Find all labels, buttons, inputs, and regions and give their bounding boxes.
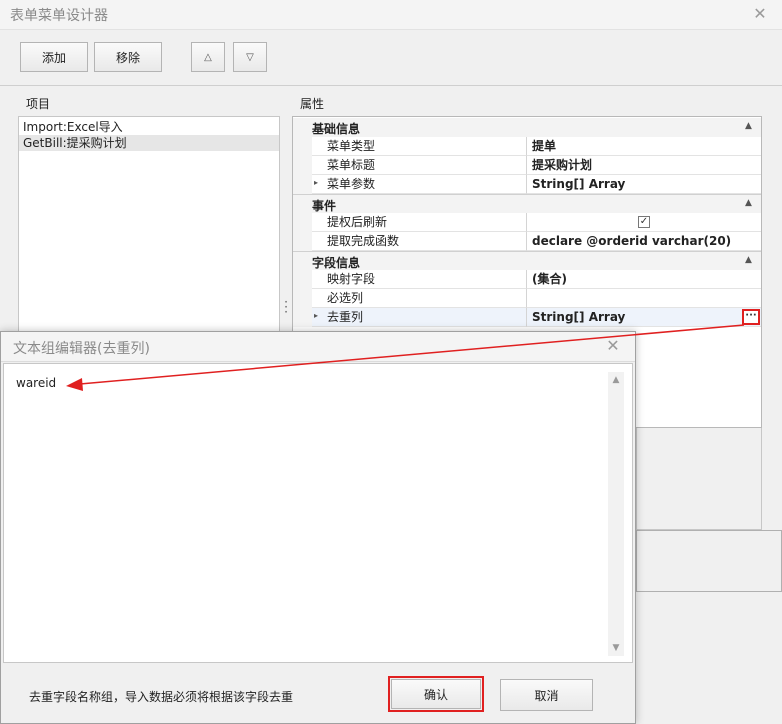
close-icon[interactable]: ✕ [750,4,770,24]
property-name: 菜单类型 [312,137,527,156]
properties-label: 属性 [300,97,325,111]
property-row[interactable]: 菜单参数 ▸ String[] Array [293,175,761,194]
scroll-up-icon[interactable]: ▲ [608,372,624,388]
dialog-title-bar: 文本组编辑器(去重列) ✕ [1,332,635,362]
list-item[interactable]: GetBill:提采购计划 [19,135,279,151]
vertical-scrollbar[interactable]: ▲ ▼ [608,372,624,656]
property-value[interactable]: declare @orderid varchar(20) [527,232,761,251]
scroll-down-icon[interactable]: ▼ [608,640,624,656]
items-list[interactable]: Import:Excel导入 GetBill:提采购计划 [18,116,280,334]
property-name: 映射字段 [312,270,527,289]
collapse-icon[interactable]: ▲ [745,255,752,265]
property-value[interactable]: String[] Array [527,175,761,194]
property-name: 菜单参数 [312,175,527,194]
close-icon[interactable]: ✕ [603,336,623,356]
property-name: 去重列 [312,308,527,327]
property-name: 必选列 [312,289,527,308]
move-down-button[interactable]: ▽ [233,42,267,72]
property-row[interactable]: 菜单标题 提采购计划 [293,156,761,175]
list-item[interactable]: Import:Excel导入 [19,119,279,135]
splitter-handle[interactable]: · · · [283,296,289,318]
property-value[interactable]: (集合) [527,270,761,289]
property-row[interactable]: 映射字段 (集合) [293,270,761,289]
property-row[interactable]: 提权后刷新 ✓ [293,213,761,232]
remove-button[interactable]: 移除 [94,42,162,72]
ellipsis-button[interactable]: ··· [742,309,760,325]
property-name: 提取完成函数 [312,232,527,251]
editor-content[interactable]: wareid [16,376,56,390]
move-up-button[interactable]: △ [191,42,225,72]
property-row[interactable]: 必选列 [293,289,761,308]
expand-icon[interactable]: ▸ [314,311,318,320]
refresh-checkbox[interactable]: ✓ [638,216,650,228]
collapse-icon[interactable]: ▲ [745,198,752,208]
category-label: 字段信息 [312,256,361,270]
property-value[interactable] [527,289,761,308]
background-panel [636,530,782,592]
property-row[interactable]: 菜单类型 提单 [293,137,761,156]
background-panel [636,428,762,530]
property-name: 菜单标题 [312,156,527,175]
collapse-icon[interactable]: ▲ [745,121,752,131]
property-row-dedup[interactable]: 去重列 ▸ String[] Array ··· [293,308,761,327]
property-row[interactable]: 提取完成函数 declare @orderid varchar(20) [293,232,761,251]
dialog-footer: 去重字段名称组，导入数据必须将根据该字段去重 确认 取消 [1,664,635,723]
add-button[interactable]: 添加 [20,42,88,72]
category-label: 事件 [312,199,337,213]
category-events[interactable]: 事件 ▲ [293,194,761,213]
toolbar: 添加 移除 △ ▽ [0,30,782,86]
window-title: 表单菜单设计器 [10,8,108,24]
property-value[interactable]: String[] Array [527,308,761,327]
cancel-button[interactable]: 取消 [500,679,593,711]
dialog-hint: 去重字段名称组，导入数据必须将根据该字段去重 [29,690,294,704]
category-label: 基础信息 [312,122,361,136]
highlight-box [388,676,484,712]
text-group-editor-dialog: 文本组编辑器(去重列) ✕ wareid ▲ ▼ 去重字段名称组，导入数据必须将… [0,331,636,724]
property-value[interactable]: 提采购计划 [527,156,761,175]
category-basic-info[interactable]: 基础信息 ▲ [293,118,761,137]
property-value[interactable]: 提单 [527,137,761,156]
text-editor[interactable]: wareid ▲ ▼ [3,363,633,663]
property-name: 提权后刷新 [312,213,527,232]
items-label: 项目 [26,97,51,111]
window-title-bar: 表单菜单设计器 ✕ [0,0,782,30]
property-value: ✓ [527,213,761,232]
category-field-info[interactable]: 字段信息 ▲ [293,251,761,270]
expand-icon[interactable]: ▸ [314,178,318,187]
dialog-title: 文本组编辑器(去重列) [13,341,150,357]
